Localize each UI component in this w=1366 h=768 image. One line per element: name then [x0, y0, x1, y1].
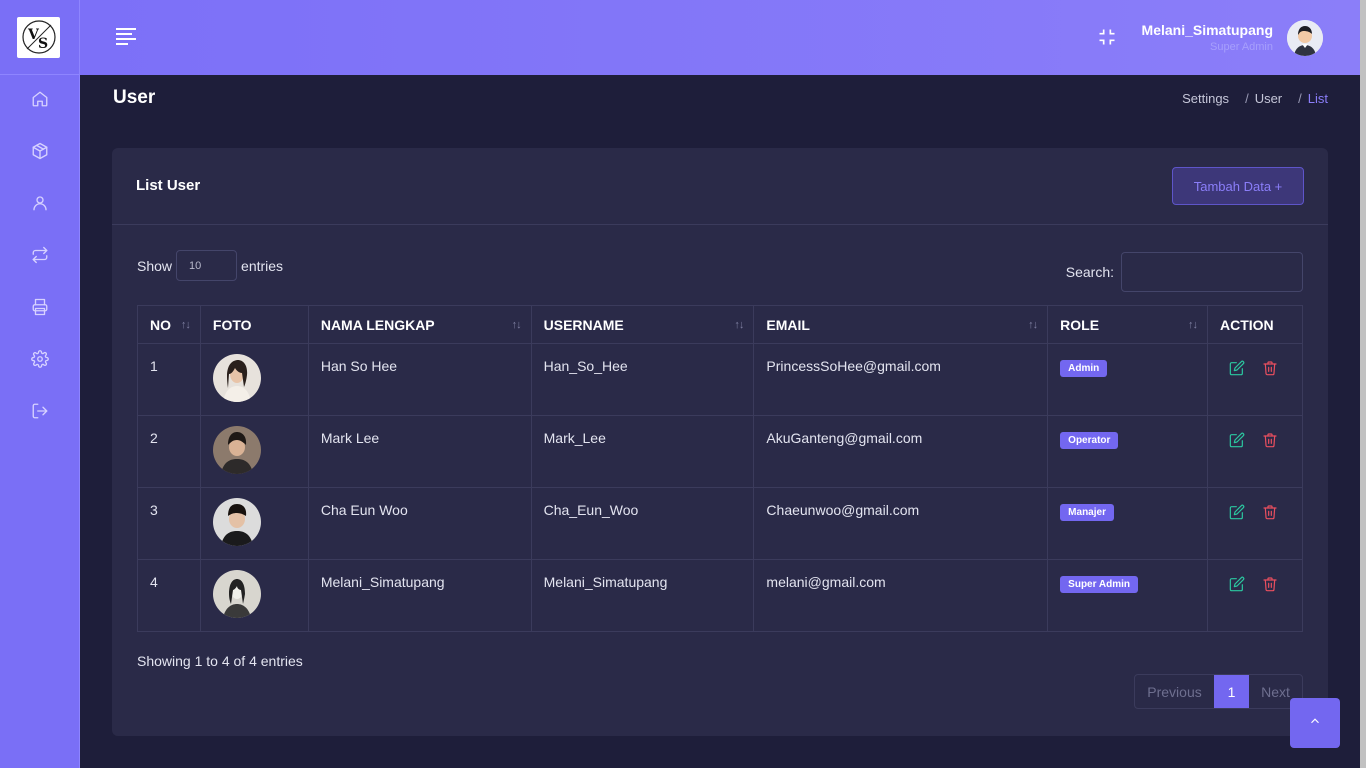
- cell-name: Mark Lee: [307, 415, 532, 488]
- role-badge: Operator: [1060, 432, 1119, 449]
- sidebar-item-transactions[interactable]: [0, 237, 79, 277]
- user-name: Melani_Simatupang: [1141, 22, 1273, 38]
- repeat-icon: [31, 246, 49, 269]
- cell-no: 4: [137, 559, 201, 632]
- sort-icon: ↑↓: [734, 319, 744, 331]
- trash-icon[interactable]: [1262, 360, 1278, 379]
- menu-toggle-icon[interactable]: [116, 28, 136, 46]
- sidebar: V S: [0, 0, 80, 768]
- box-icon: [31, 142, 49, 165]
- chevron-up-icon: [1308, 714, 1322, 733]
- cell-no: 2: [137, 415, 201, 488]
- sidebar-item-settings[interactable]: [0, 341, 79, 381]
- user-role: Super Admin: [1210, 41, 1273, 53]
- entries-label: entries: [241, 257, 284, 274]
- trash-icon[interactable]: [1262, 504, 1278, 523]
- edit-icon[interactable]: [1229, 504, 1245, 523]
- cell-email: Chaeunwoo@gmail.com: [753, 487, 1049, 560]
- search-input[interactable]: [1121, 252, 1303, 292]
- breadcrumb: Settings / User / List: [1182, 91, 1328, 106]
- home-icon: [31, 90, 49, 113]
- cell-email: AkuGanteng@gmail.com: [753, 415, 1049, 488]
- page-title: User: [113, 87, 156, 108]
- user-table: NO ↑↓ FOTO NAMA LENGKAP ↑↓ USERNAME ↑↓ EMAI…: [137, 305, 1304, 632]
- edit-icon[interactable]: [1229, 360, 1245, 379]
- trash-icon[interactable]: [1262, 432, 1278, 451]
- user-photo: [212, 354, 261, 402]
- sidebar-item-print[interactable]: [0, 289, 79, 329]
- table-info: Showing 1 to 4 of 4 entries: [137, 653, 303, 669]
- table-row: 1 Han So Hee Han_So_Hee PrincessSoHee@gm…: [137, 343, 1304, 416]
- role-badge: Admin: [1060, 360, 1108, 377]
- svg-text:S: S: [38, 36, 48, 52]
- entries-length-control: Show 10 entries: [137, 250, 283, 281]
- search-control: Search:: [1066, 252, 1303, 292]
- col-email[interactable]: EMAIL ↑↓: [753, 305, 1049, 344]
- breadcrumb-list: List: [1307, 91, 1328, 106]
- scrollbar-thumb[interactable]: [1360, 0, 1366, 768]
- user-photo: [212, 570, 261, 618]
- sidebar-item-home[interactable]: [0, 81, 79, 121]
- add-data-button[interactable]: Tambah Data +: [1172, 167, 1304, 205]
- cell-name: Cha Eun Woo: [307, 487, 532, 560]
- show-label: Show: [137, 257, 173, 274]
- user-list-card: List User Tambah Data + Show 10 entries …: [112, 148, 1328, 736]
- logo-area: V S: [0, 0, 79, 75]
- breadcrumb-user[interactable]: User: [1255, 91, 1282, 106]
- cell-username: Mark_Lee: [530, 415, 755, 488]
- exit-fullscreen-icon[interactable]: [1097, 27, 1117, 47]
- logout-icon: [31, 402, 49, 425]
- edit-icon[interactable]: [1229, 576, 1245, 595]
- search-label: Search:: [1065, 264, 1114, 280]
- previous-page-button[interactable]: Previous: [1135, 675, 1214, 708]
- sidebar-item-logout[interactable]: [0, 393, 79, 433]
- logo[interactable]: V S: [17, 16, 60, 58]
- trash-icon[interactable]: [1262, 576, 1278, 595]
- user-photo: [212, 498, 261, 546]
- sort-icon: ↑↓: [511, 319, 522, 331]
- col-foto: FOTO: [199, 305, 309, 344]
- col-no[interactable]: NO ↑↓: [137, 305, 201, 344]
- entries-select[interactable]: 10: [176, 250, 238, 281]
- cell-no: 1: [137, 343, 201, 416]
- table-row: 4 Melani_Simatupang Melani_Simatupang me…: [137, 559, 1304, 632]
- sidebar-item-products[interactable]: [0, 133, 79, 173]
- breadcrumb-settings[interactable]: Settings: [1182, 91, 1229, 106]
- printer-icon: [31, 298, 49, 321]
- cell-name: Melani_Simatupang: [307, 559, 532, 632]
- table-row: 2 Mark Lee Mark_Lee AkuGanteng@gmail.com…: [137, 415, 1304, 488]
- col-action: ACTION: [1206, 305, 1304, 344]
- edit-icon[interactable]: [1229, 432, 1245, 451]
- sidebar-item-users[interactable]: [0, 185, 79, 225]
- role-badge: Manajer: [1060, 504, 1114, 521]
- card-header: List User Tambah Data +: [112, 148, 1328, 225]
- cell-name: Han So Hee: [307, 343, 532, 416]
- cell-email: melani@gmail.com: [753, 559, 1049, 632]
- col-role[interactable]: ROLE ↑↓: [1047, 305, 1208, 344]
- sort-icon: ↑↓: [1028, 319, 1038, 331]
- cell-username: Melani_Simatupang: [530, 559, 755, 632]
- cell-username: Han_So_Hee: [530, 343, 755, 416]
- back-to-top-button[interactable]: [1290, 698, 1340, 748]
- sort-icon: ↑↓: [1187, 319, 1198, 331]
- pagination: Previous 1 Next: [1134, 674, 1303, 709]
- cell-email: PrincessSoHee@gmail.com: [753, 343, 1049, 416]
- user-icon: [31, 194, 49, 217]
- sort-icon: ↑↓: [180, 319, 191, 331]
- card-title: List User: [136, 177, 201, 194]
- topbar: Melani_Simatupang Super Admin: [80, 0, 1360, 75]
- page-1-button[interactable]: 1: [1214, 675, 1249, 708]
- table-header-row: NO ↑↓ FOTO NAMA LENGKAP ↑↓ USERNAME ↑↓ EMAI…: [137, 305, 1304, 344]
- role-badge: Super Admin: [1060, 576, 1139, 593]
- user-photo: [212, 426, 261, 474]
- cell-username: Cha_Eun_Woo: [530, 487, 755, 560]
- cell-no: 3: [137, 487, 201, 560]
- gear-icon: [30, 349, 49, 373]
- col-username[interactable]: USERNAME ↑↓: [530, 305, 755, 344]
- avatar[interactable]: [1287, 20, 1323, 56]
- table-row: 3 Cha Eun Woo Cha_Eun_Woo Chaeunwoo@gmai…: [137, 487, 1304, 560]
- col-nama-lengkap[interactable]: NAMA LENGKAP ↑↓: [307, 305, 532, 344]
